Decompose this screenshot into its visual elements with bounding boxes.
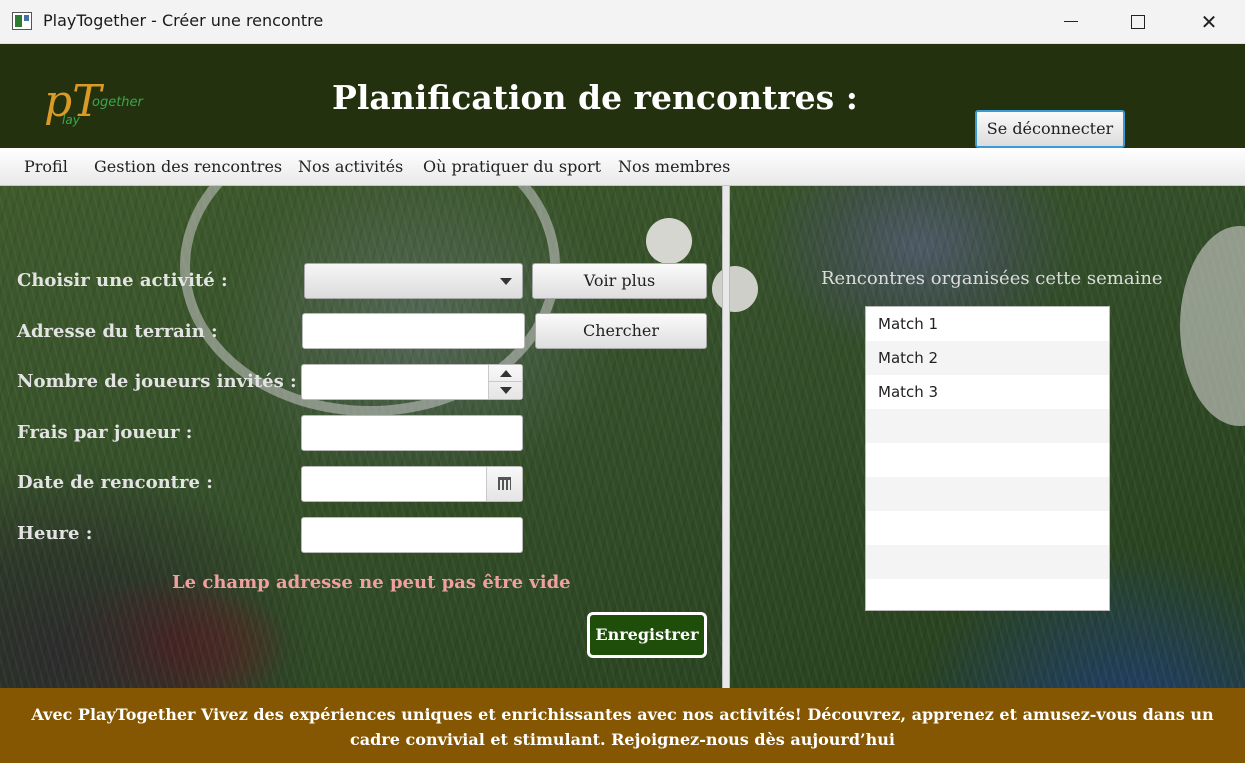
list-item[interactable]: Match 2: [866, 341, 1109, 375]
close-icon[interactable]: ✕: [1174, 0, 1244, 44]
empty-list-row: [866, 545, 1109, 579]
address-error-message: Le champ adresse ne peut pas être vide: [172, 572, 571, 593]
increment-icon[interactable]: [500, 370, 512, 377]
tennis-ball-decoration: [712, 266, 758, 312]
players-label: Nombre de joueurs invités :: [17, 371, 297, 392]
list-item[interactable]: Match 1: [866, 307, 1109, 341]
logo-together: ogether: [92, 95, 145, 110]
empty-list-row: [866, 409, 1109, 443]
chevron-down-icon: [500, 278, 512, 285]
split-pane-divider[interactable]: [722, 186, 730, 688]
tennis-ball-decoration: [646, 218, 692, 264]
address-input[interactable]: [302, 313, 525, 349]
week-matches-title: Rencontres organisées cette semaine: [821, 268, 1163, 289]
time-label: Heure :: [17, 523, 93, 544]
calendar-button[interactable]: [486, 467, 522, 501]
maximize-icon[interactable]: [1104, 0, 1174, 44]
page-title: Planification de rencontres :: [332, 78, 858, 117]
players-stepper[interactable]: [301, 364, 523, 400]
date-label: Date de rencontre :: [17, 472, 213, 493]
menu-item-nos-activites[interactable]: Nos activités: [298, 157, 403, 176]
empty-list-row: [866, 579, 1109, 610]
calendar-icon: [498, 477, 511, 490]
save-button[interactable]: Enregistrer: [587, 612, 707, 658]
footer-banner: Avec PlayTogether Vivez des expériences …: [0, 688, 1245, 763]
voir-plus-button[interactable]: Voir plus: [532, 263, 707, 299]
logout-button[interactable]: Se déconnecter: [975, 110, 1125, 148]
menu-item-ou-pratiquer[interactable]: Où pratiquer du sport: [423, 157, 601, 176]
address-label: Adresse du terrain :: [17, 321, 218, 342]
playtogether-logo: pT ogether lay: [44, 76, 145, 127]
minimize-icon[interactable]: [1036, 0, 1106, 44]
fee-label: Frais par joueur :: [17, 422, 193, 443]
time-input[interactable]: [301, 517, 523, 553]
empty-list-row: [866, 511, 1109, 545]
date-picker[interactable]: [301, 466, 523, 502]
window-title-bar: PlayTogether - Créer une rencontre ✕: [0, 0, 1245, 44]
chercher-button[interactable]: Chercher: [535, 313, 707, 349]
decrement-icon[interactable]: [500, 387, 512, 394]
players-spinner: [488, 365, 523, 399]
list-item[interactable]: Match 3: [866, 375, 1109, 409]
menu-item-gestion-rencontres[interactable]: Gestion des rencontres: [94, 157, 282, 176]
activity-label: Choisir une activité :: [17, 270, 228, 291]
empty-list-row: [866, 443, 1109, 477]
logo-lay: lay: [62, 113, 81, 127]
activity-select[interactable]: [304, 263, 523, 299]
menu-item-profil[interactable]: Profil: [24, 157, 68, 176]
menu-item-nos-membres[interactable]: Nos membres: [618, 157, 730, 176]
app-icon: [12, 12, 32, 30]
empty-list-row: [866, 477, 1109, 511]
matches-list[interactable]: Match 1 Match 2 Match 3: [865, 306, 1110, 611]
menu-bar: Profil Gestion des rencontres Nos activi…: [0, 148, 1245, 186]
fee-input[interactable]: [301, 415, 523, 451]
window-title: PlayTogether - Créer une rencontre: [43, 11, 324, 30]
